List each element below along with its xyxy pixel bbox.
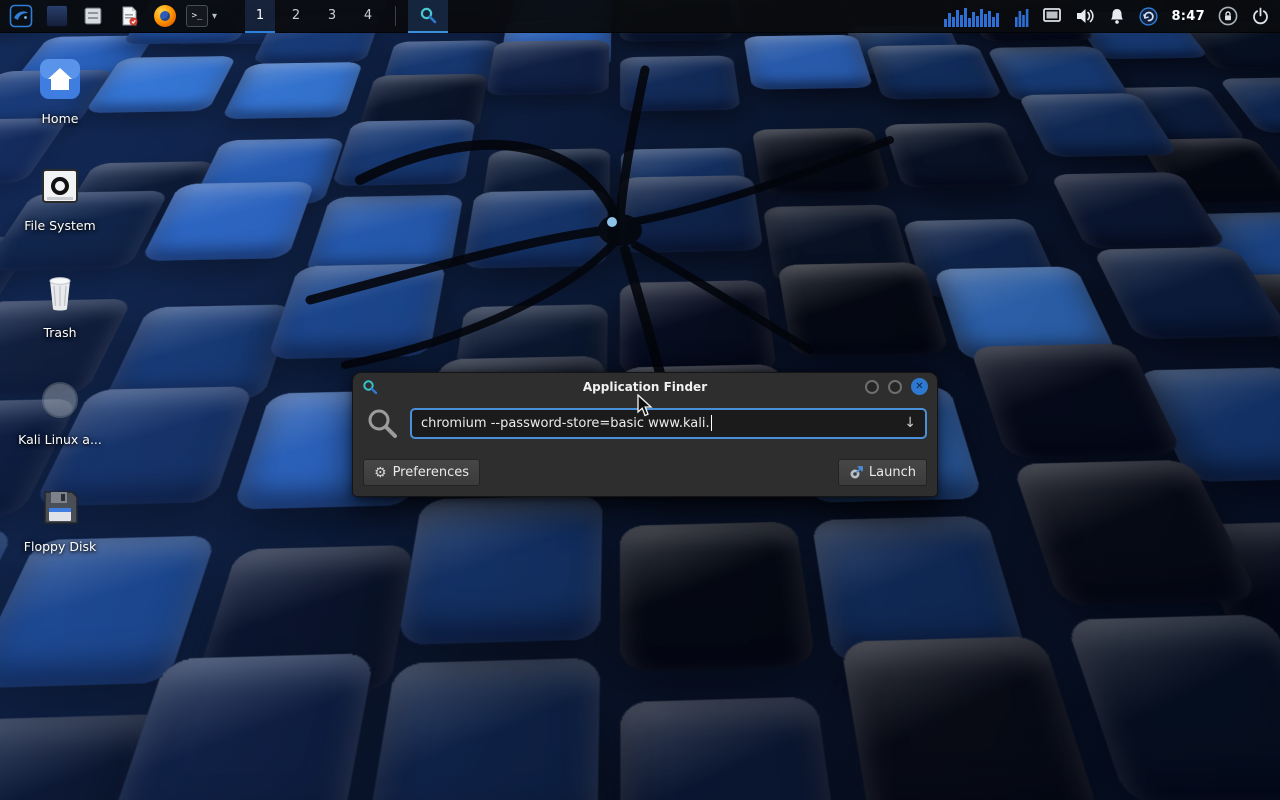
close-button[interactable]: ✕ [911,378,928,395]
workspace-3[interactable]: 3 [317,0,347,33]
kali-docs-icon [36,376,84,424]
workspace-number: 3 [328,8,336,23]
desktop-icon-floppy[interactable]: Floppy Disk [12,483,108,571]
application-finder-task-icon [419,6,437,24]
search-input[interactable]: chromium --password-store=basic www.kali… [410,408,927,439]
chevron-down-icon[interactable]: ▾ [210,11,219,22]
mini-graph-icon[interactable] [1014,5,1029,27]
notifications-bell-icon[interactable] [1108,7,1126,25]
launcher-window-app[interactable] [42,2,72,31]
window-titlebar[interactable]: Application Finder ✕ [353,373,937,400]
desktop-icon-home[interactable]: Home [12,55,108,143]
file-manager-icon [82,5,104,27]
window-app-icon [46,5,68,27]
preferences-button[interactable]: ⚙ Preferences [363,459,480,486]
firefox-icon [154,5,176,27]
application-finder-icon [362,379,378,395]
workspace-2[interactable]: 2 [281,0,311,33]
dropdown-arrow-icon[interactable]: ↓ [904,415,916,431]
top-panel: >_ ▾ 1 2 3 4 [0,0,1280,33]
launch-button-label: Launch [869,465,916,480]
terminal-icon: >_ [186,5,208,27]
desktop: Home File System Trash [0,0,1280,800]
taskbar-item-application-finder[interactable] [408,0,448,33]
system-tray: 8:47 [943,5,1274,27]
kali-logo-icon [9,4,33,28]
workspace-1[interactable]: 1 [245,0,275,33]
kali-menu-button[interactable] [6,2,36,31]
desktop-icon-label: Trash [43,325,76,340]
cpu-graph-icon[interactable] [943,5,1001,27]
logout-power-icon[interactable] [1251,7,1270,26]
workspace-4[interactable]: 4 [353,0,383,33]
desktop-icon-trash[interactable]: Trash [12,269,108,357]
home-folder-icon [36,55,84,103]
desktop-icon-label: Kali Linux a... [18,432,102,447]
file-system-drive-icon [36,162,84,210]
launcher-file-manager[interactable] [78,2,108,31]
text-editor-icon [118,5,140,27]
lock-icon[interactable] [1218,6,1238,26]
minimize-button[interactable] [865,380,879,394]
text-caret [711,415,712,431]
window-title: Application Finder [353,380,937,394]
workspace-number: 4 [364,8,372,23]
preferences-button-label: Preferences [393,465,469,480]
search-query-text: chromium --password-store=basic www.kali… [421,416,710,431]
volume-icon[interactable] [1075,7,1095,25]
panel-separator [395,6,396,26]
desktop-icon-label: Floppy Disk [24,539,96,554]
desktop-icon-list: Home File System Trash [12,55,108,571]
launch-icon [849,466,863,480]
workspace-number: 1 [256,8,264,23]
trash-can-icon [36,269,84,317]
desktop-icon-kali-docs[interactable]: Kali Linux a... [12,376,108,464]
desktop-icon-label: Home [42,111,79,126]
workspace-number: 2 [292,8,300,23]
gear-icon: ⚙ [374,466,387,480]
launcher-text-editor[interactable] [114,2,144,31]
search-icon [365,406,399,440]
launch-button[interactable]: Launch [838,459,927,486]
clock[interactable]: 8:47 [1171,9,1205,24]
launcher-firefox[interactable] [150,2,180,31]
desktop-icon-file-system[interactable]: File System [12,162,108,250]
application-finder-window: Application Finder ✕ chromium --password… [352,372,938,497]
launcher-terminal[interactable]: >_ ▾ [186,2,219,31]
updates-icon[interactable] [1139,7,1158,26]
maximize-button[interactable] [888,380,902,394]
floppy-disk-icon [36,483,84,531]
display-icon[interactable] [1042,7,1062,25]
desktop-icon-label: File System [24,218,96,233]
